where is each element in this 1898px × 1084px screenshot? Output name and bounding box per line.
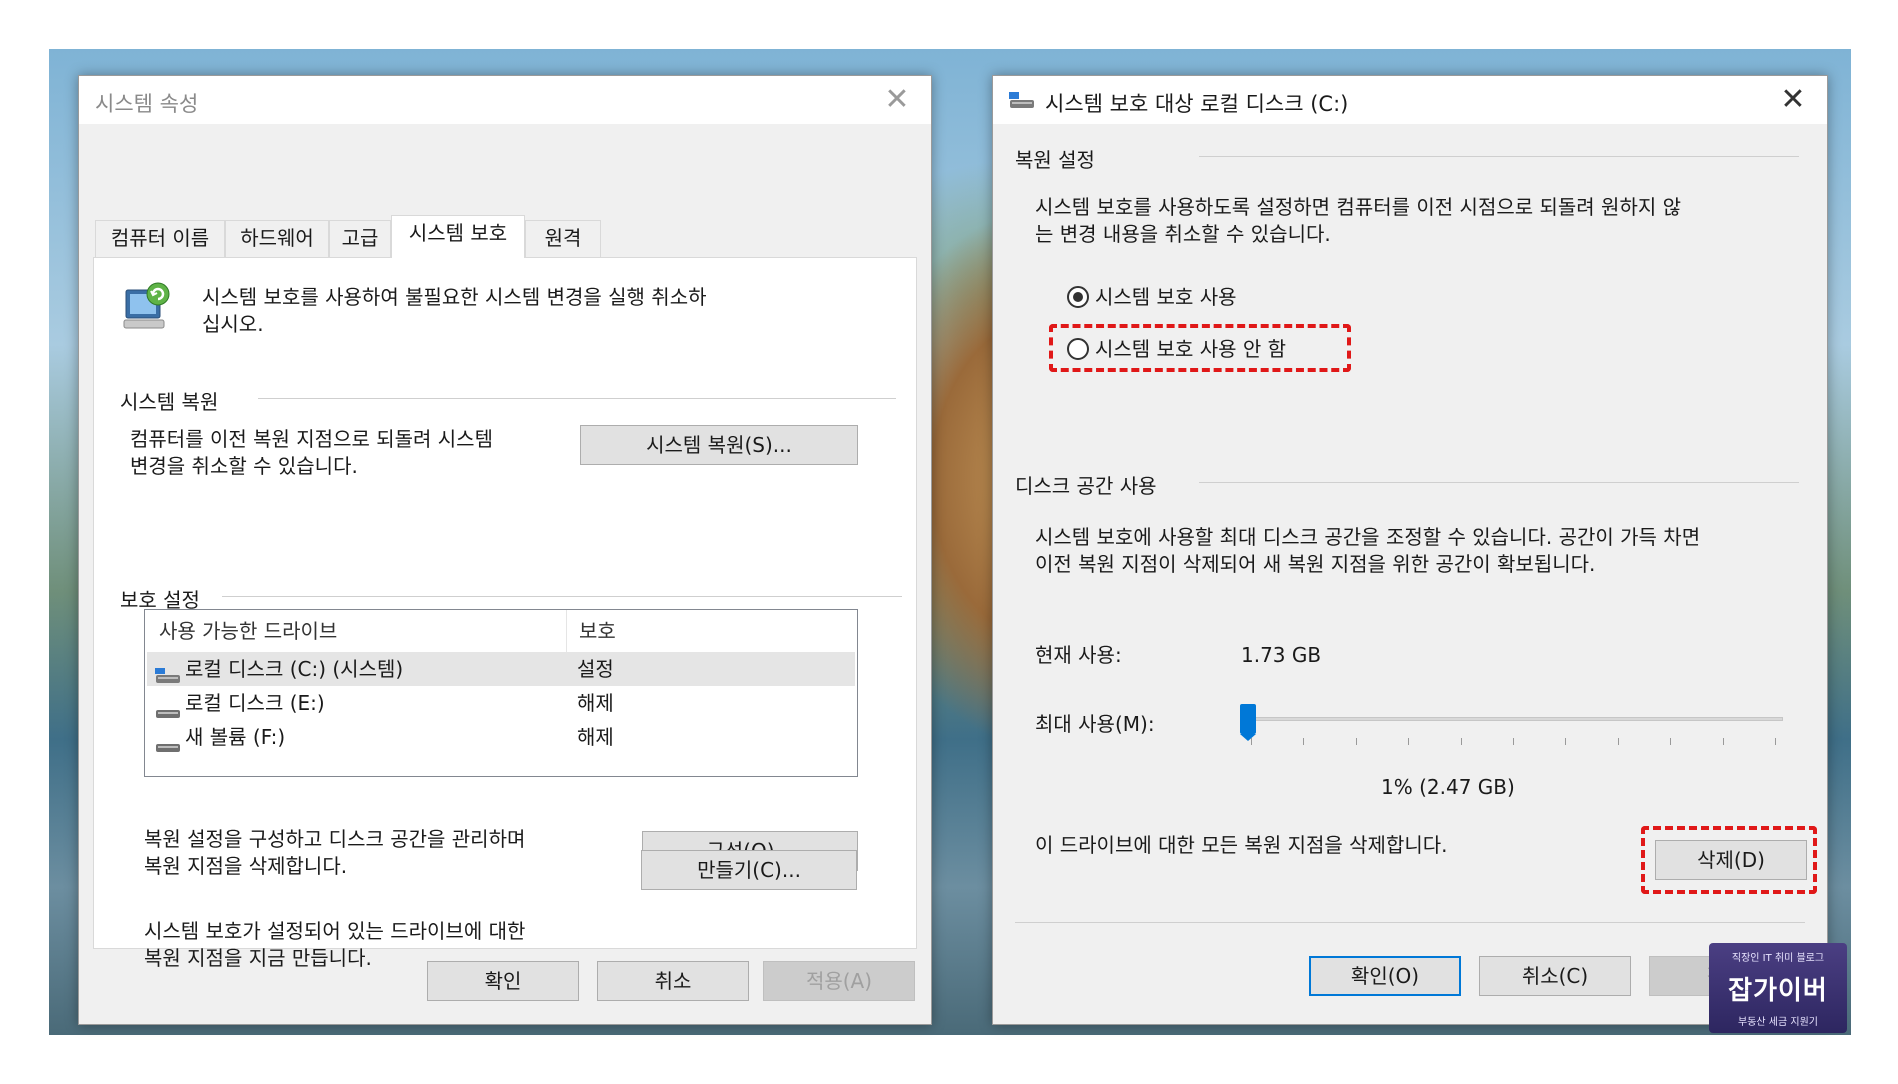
highlight-annotation — [1641, 826, 1817, 894]
protection-on-radio[interactable]: 시스템 보호 사용 — [1067, 282, 1367, 312]
tab-label: 컴퓨터 이름 — [110, 226, 210, 250]
drive-protection-status: 설정 — [577, 657, 614, 681]
close-icon[interactable]: ✕ — [1773, 80, 1813, 120]
highlight-annotation — [1049, 324, 1351, 372]
configure-description-line2: 복원 지점을 삭제합니다. — [144, 854, 348, 878]
watermark-top-text: 직장인 IT 취미 블로그 — [1731, 953, 1825, 964]
current-usage-value: 1.73 GB — [1241, 643, 1322, 667]
create-description-line2: 복원 지점을 지금 만듭니다. — [144, 946, 372, 970]
dialog-title: 시스템 속성 — [95, 92, 199, 116]
tab-advanced[interactable]: 고급 — [329, 220, 391, 257]
intro-text: 시스템 보호를 사용하여 불필요한 시스템 변경을 실행 취소하 — [202, 285, 707, 309]
system-restore-button[interactable]: 시스템 복원(S)... — [580, 425, 858, 465]
disk-usage-group-title: 디스크 공간 사용 — [1015, 474, 1157, 498]
column-divider — [566, 610, 567, 652]
system-properties-dialog: 시스템 속성 ✕ 컴퓨터 이름 하드웨어 고급 시스템 보호 원격 시스템 보호… — [78, 75, 932, 1025]
divider — [222, 596, 902, 597]
tab-remote[interactable]: 원격 — [525, 220, 601, 257]
slider-tick — [1513, 738, 1514, 745]
column-header-protection[interactable]: 보호 — [579, 610, 616, 652]
drive-protection-status: 해제 — [577, 725, 614, 749]
slider-thumb[interactable] — [1240, 704, 1257, 741]
slider-tick — [1251, 738, 1252, 745]
table-row[interactable]: 로컬 디스크 (E:) 해제 — [147, 686, 855, 720]
dialog-title: 시스템 보호 대상 로컬 디스크 (C:) — [1045, 92, 1349, 116]
drive-list[interactable]: 사용 가능한 드라이브 보호 로컬 디스크 (C:) (시스템) 설정 로컬 디… — [144, 609, 858, 777]
slider-tick — [1355, 738, 1357, 745]
drive-name: 로컬 디스크 (E:) — [185, 691, 325, 715]
divider — [1015, 922, 1805, 923]
slider-tick — [1775, 738, 1776, 745]
tab-computer-name[interactable]: 컴퓨터 이름 — [95, 220, 225, 257]
delete-description: 이 드라이브에 대한 모든 복원 지점을 삭제합니다. — [1035, 833, 1448, 857]
system-drive-icon — [1009, 90, 1035, 114]
column-header-drive[interactable]: 사용 가능한 드라이브 — [159, 610, 337, 652]
apply-button[interactable]: 적용(A) — [763, 961, 915, 1001]
restore-settings-group-title: 복원 설정 — [1015, 148, 1095, 172]
cancel-button[interactable]: 취소(C) — [1479, 956, 1631, 996]
system-protection-config-dialog: 시스템 보호 대상 로컬 디스크 (C:) ✕ 복원 설정 시스템 보호를 사용… — [992, 75, 1828, 1025]
radio-button[interactable] — [1067, 286, 1089, 308]
radio-label: 시스템 보호 사용 — [1095, 285, 1237, 309]
restore-description: 컴퓨터를 이전 복원 지점으로 되돌려 시스템 — [130, 427, 493, 451]
divider — [258, 398, 896, 399]
ok-button[interactable]: 확인(O) — [1309, 956, 1461, 996]
slider-tick — [1303, 738, 1305, 745]
current-usage-label: 현재 사용: — [1035, 643, 1122, 667]
drive-icon — [155, 730, 181, 764]
tab-label: 고급 — [341, 226, 379, 250]
tab-label: 원격 — [544, 226, 582, 250]
tab-hardware[interactable]: 하드웨어 — [225, 220, 329, 257]
system-protection-icon — [120, 280, 174, 334]
restore-description-line2: 변경을 취소할 수 있습니다. — [130, 454, 358, 478]
tab-label: 시스템 보호 — [408, 221, 508, 245]
slider-tick — [1722, 738, 1724, 745]
slider-tick — [1670, 738, 1672, 745]
close-icon[interactable]: ✕ — [877, 80, 917, 120]
table-row[interactable]: 로컬 디스크 (C:) (시스템) 설정 — [147, 652, 855, 686]
blog-watermark-logo: 직장인 IT 취미 블로그 잡가이버 부동산 세금 지원기 — [1709, 943, 1847, 1033]
divider — [1199, 482, 1799, 483]
max-usage-label: 최대 사용(M): — [1035, 712, 1155, 736]
tab-panel: 시스템 보호를 사용하여 불필요한 시스템 변경을 실행 취소하 십시오. 시스… — [93, 257, 917, 970]
restore-settings-description: 시스템 보호를 사용하도록 설정하면 컴퓨터를 이전 시점으로 되돌려 원하지 … — [1035, 195, 1682, 219]
divider — [1199, 156, 1799, 157]
slider-tick — [1617, 738, 1619, 745]
cancel-button[interactable]: 취소 — [597, 961, 749, 1001]
ok-button[interactable]: 확인 — [427, 961, 579, 1001]
slider-track[interactable] — [1243, 717, 1783, 721]
disk-usage-description-line2: 이전 복원 지점이 삭제되어 새 복원 지점을 위한 공간이 확보됩니다. — [1035, 552, 1596, 576]
table-row[interactable]: 새 볼륨 (F:) 해제 — [147, 720, 855, 754]
restore-settings-description-line2: 는 변경 내용을 취소할 수 있습니다. — [1035, 222, 1331, 246]
configure-description: 복원 설정을 구성하고 디스크 공간을 관리하며 — [144, 827, 526, 851]
title-bar[interactable]: 시스템 보호 대상 로컬 디스크 (C:) ✕ — [993, 76, 1827, 124]
slider-tick — [1408, 738, 1410, 745]
drive-protection-status: 해제 — [577, 691, 614, 715]
watermark-main-text: 잡가이버 — [1728, 976, 1828, 1006]
system-restore-group-title: 시스템 복원 — [120, 390, 219, 414]
drive-name: 로컬 디스크 (C:) (시스템) — [185, 657, 404, 681]
tab-system-protection[interactable]: 시스템 보호 — [391, 215, 525, 258]
drive-name: 새 볼륨 (F:) — [185, 725, 286, 749]
tab-label: 하드웨어 — [240, 226, 314, 250]
slider-value-text: 1% (2.47 GB) — [1381, 775, 1515, 799]
slider-tick — [1460, 738, 1462, 745]
disk-usage-description: 시스템 보호에 사용할 최대 디스크 공간을 조정할 수 있습니다. 공간이 가… — [1035, 525, 1701, 549]
watermark-bottom-text: 부동산 세금 지원기 — [1738, 1017, 1818, 1028]
intro-text-line2: 십시오. — [202, 312, 264, 336]
title-bar[interactable]: 시스템 속성 ✕ — [79, 76, 931, 124]
slider-tick — [1565, 738, 1567, 745]
create-button[interactable]: 만들기(C)... — [641, 850, 857, 890]
create-description: 시스템 보호가 설정되어 있는 드라이브에 대한 — [144, 919, 526, 943]
